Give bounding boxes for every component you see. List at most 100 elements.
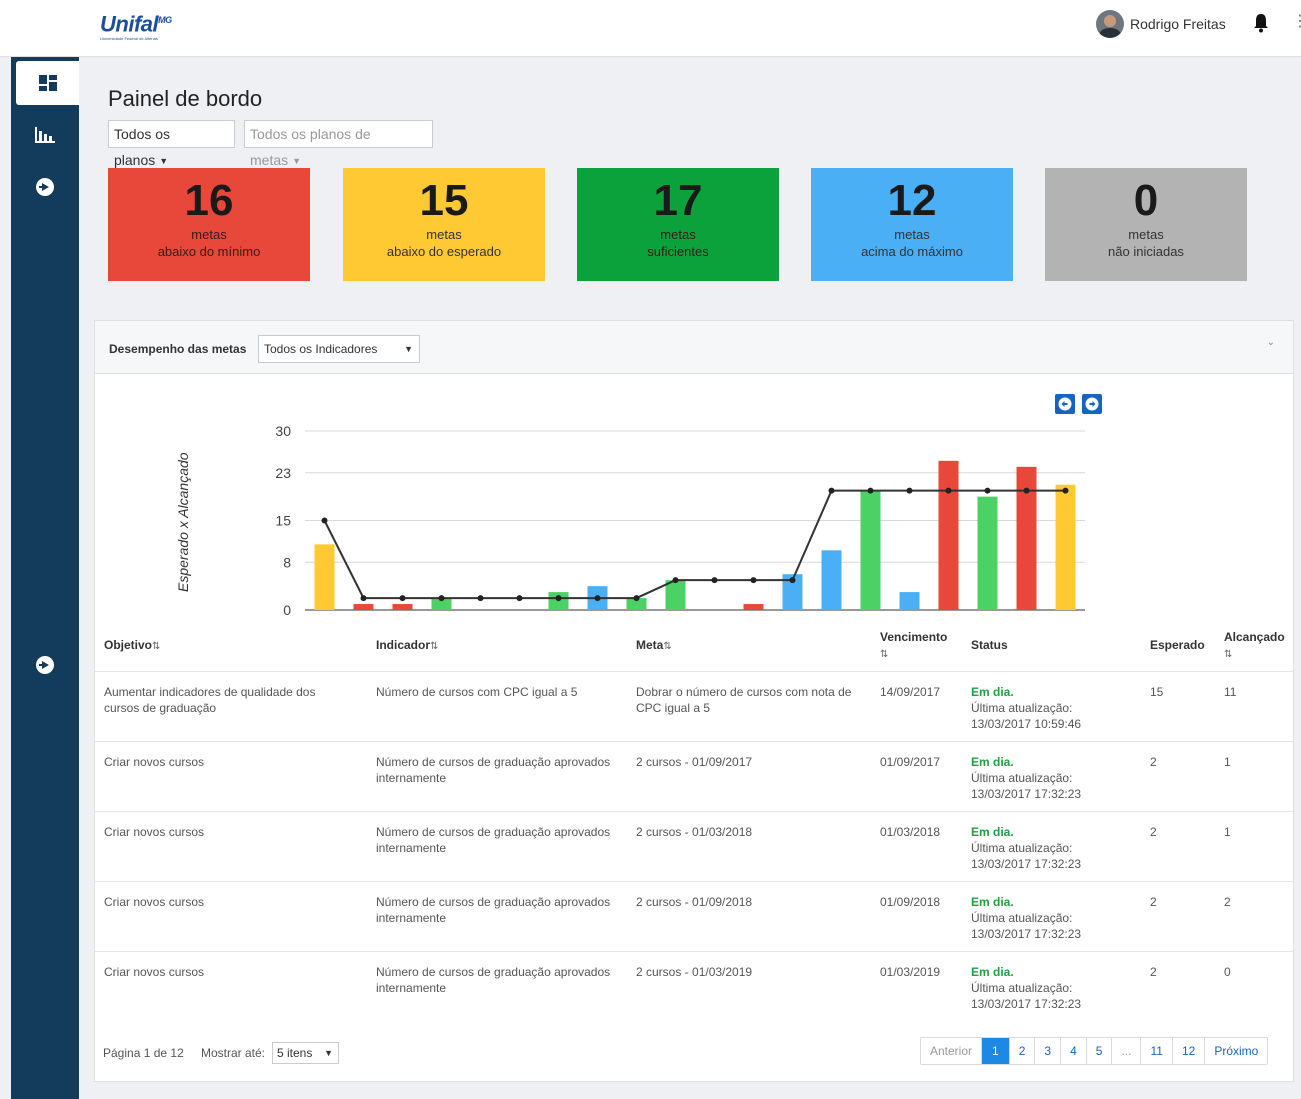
sort-icon[interactable]: ⇅ <box>663 641 671 652</box>
pager-page[interactable]: 1 <box>981 1038 1009 1064</box>
expected-point <box>1062 487 1069 494</box>
table-row[interactable]: Aumentar indicadores de qualidade dos cu… <box>95 671 1293 741</box>
cell-alcancado: 1 <box>1224 755 1231 769</box>
expected-point <box>906 487 913 494</box>
bar <box>938 460 959 610</box>
sort-icon[interactable]: ⇅ <box>1224 649 1232 660</box>
page-size-select[interactable]: 5 itens ▼ <box>272 1042 339 1064</box>
expected-point <box>594 595 601 602</box>
cell-vencimento: 14/09/2017 <box>880 685 941 699</box>
th-esperado: Esperado <box>1150 638 1205 652</box>
cell-alcancado: 11 <box>1224 685 1237 699</box>
sort-icon[interactable]: ⇅ <box>152 641 160 652</box>
y-tick-label: 30 <box>275 423 291 439</box>
status-text: Em dia. <box>971 685 1014 699</box>
update-label: Última atualização: <box>971 771 1073 785</box>
cell-indicador: Número de cursos com CPC igual a 5 <box>376 685 578 699</box>
th-objetivo-label: Objetivo <box>104 638 153 652</box>
th-objetivo[interactable]: Objetivo⇅ <box>104 637 160 655</box>
arrow-right-circle-icon <box>36 656 54 674</box>
cell-meta: 2 cursos - 01/03/2019 <box>636 965 753 979</box>
cell-status: Em dia. Última atualização: 13/03/2017 17:… <box>971 824 1121 872</box>
cell-meta: 2 cursos - 01/09/2018 <box>636 895 753 909</box>
update-time: 13/03/2017 17:32:23 <box>971 927 1082 941</box>
cell-status: Em dia. Última atualização: 13/03/2017 17:… <box>971 754 1121 802</box>
caret-down-icon: ▼ <box>324 1048 333 1058</box>
table-row[interactable]: Criar novos cursos Número de cursos de gr… <box>95 951 1293 1021</box>
expected-point <box>555 595 562 602</box>
y-tick-label: 23 <box>275 465 291 481</box>
bar <box>1055 484 1076 610</box>
sort-icon[interactable]: ⇅ <box>880 649 888 660</box>
sidebar-item-expand-bottom[interactable] <box>11 643 79 687</box>
th-vencimento[interactable]: Vencimento ⇅ <box>880 629 947 663</box>
cell-vencimento: 01/03/2018 <box>880 825 941 839</box>
th-meta-label: Meta <box>636 638 664 652</box>
expected-point <box>711 577 718 584</box>
cell-status: Em dia. Última atualização: 13/03/2017 17:… <box>971 894 1121 942</box>
y-tick-label: 8 <box>283 554 291 570</box>
bar <box>860 490 881 610</box>
cell-esperado: 2 <box>1150 755 1157 769</box>
pager-page[interactable]: 3 <box>1034 1038 1060 1064</box>
update-time: 13/03/2017 10:59:46 <box>971 717 1082 731</box>
update-label: Última atualização: <box>971 911 1073 925</box>
bar <box>314 544 335 610</box>
cell-objetivo: Aumentar indicadores de qualidade dos cu… <box>104 685 316 715</box>
page-info: Página 1 de 12 <box>103 1046 184 1060</box>
expected-point <box>477 595 484 602</box>
cell-esperado: 15 <box>1150 685 1164 699</box>
bar <box>743 604 764 610</box>
y-tick-label: 0 <box>283 602 291 618</box>
expected-point <box>516 595 523 602</box>
page-size-value: 5 itens <box>277 1046 313 1060</box>
th-alcancado-label: Alcançado <box>1224 630 1285 644</box>
table-row[interactable]: Criar novos cursos Número de cursos de gr… <box>95 811 1293 881</box>
cell-indicador: Número de cursos de graduação aprovados … <box>376 755 611 785</box>
cell-alcancado: 0 <box>1224 965 1231 979</box>
pager-next[interactable]: Próximo <box>1204 1038 1267 1064</box>
pager-page[interactable]: 4 <box>1060 1038 1086 1064</box>
th-indicador[interactable]: Indicador⇅ <box>376 637 438 655</box>
cell-objetivo: Criar novos cursos <box>104 965 205 979</box>
show-label: Mostrar até: <box>201 1046 266 1060</box>
pager-page[interactable]: 5 <box>1085 1038 1112 1064</box>
pager-page[interactable]: 2 <box>1008 1038 1035 1064</box>
expected-point <box>789 577 796 584</box>
cell-esperado: 2 <box>1150 825 1157 839</box>
th-status: Status <box>971 638 1008 652</box>
expected-point <box>867 487 874 494</box>
cell-esperado: 2 <box>1150 895 1157 909</box>
table-row[interactable]: Criar novos cursos Número de cursos de gr… <box>95 741 1293 811</box>
th-meta[interactable]: Meta⇅ <box>636 637 672 655</box>
cell-meta: Dobrar o número de cursos com nota de CP… <box>636 685 852 715</box>
expected-point <box>750 577 757 584</box>
bar <box>392 604 413 610</box>
cell-meta: 2 cursos - 01/03/2018 <box>636 825 753 839</box>
cell-indicador: Número de cursos de graduação aprovados … <box>376 825 611 855</box>
status-text: Em dia. <box>971 825 1014 839</box>
status-text: Em dia. <box>971 755 1014 769</box>
expected-point <box>984 487 991 494</box>
cell-status: Em dia. Última atualização: 13/03/2017 10:… <box>971 684 1121 732</box>
table-row[interactable]: Criar novos cursos Número de cursos de gr… <box>95 881 1293 951</box>
cell-objetivo: Criar novos cursos <box>104 895 205 909</box>
pager-page[interactable]: 11 <box>1140 1038 1171 1064</box>
cell-objetivo: Criar novos cursos <box>104 755 205 769</box>
update-time: 13/03/2017 17:32:23 <box>971 857 1082 871</box>
expected-point <box>633 595 640 602</box>
cell-objetivo: Criar novos cursos <box>104 825 205 839</box>
bar <box>665 580 686 610</box>
update-label: Última atualização: <box>971 841 1073 855</box>
expected-point <box>360 595 367 602</box>
cell-vencimento: 01/03/2019 <box>880 965 941 979</box>
cell-esperado: 2 <box>1150 965 1157 979</box>
pager-previous[interactable]: Anterior <box>921 1038 981 1064</box>
cell-indicador: Número de cursos de graduação aprovados … <box>376 895 611 925</box>
th-alcancado[interactable]: Alcançado ⇅ <box>1224 629 1285 663</box>
expected-point <box>1023 487 1030 494</box>
cell-alcancado: 2 <box>1224 895 1231 909</box>
cell-status: Em dia. Última atualização: 13/03/2017 17:… <box>971 964 1121 1012</box>
pager-page[interactable]: 12 <box>1171 1038 1204 1064</box>
sort-icon[interactable]: ⇅ <box>430 641 438 652</box>
